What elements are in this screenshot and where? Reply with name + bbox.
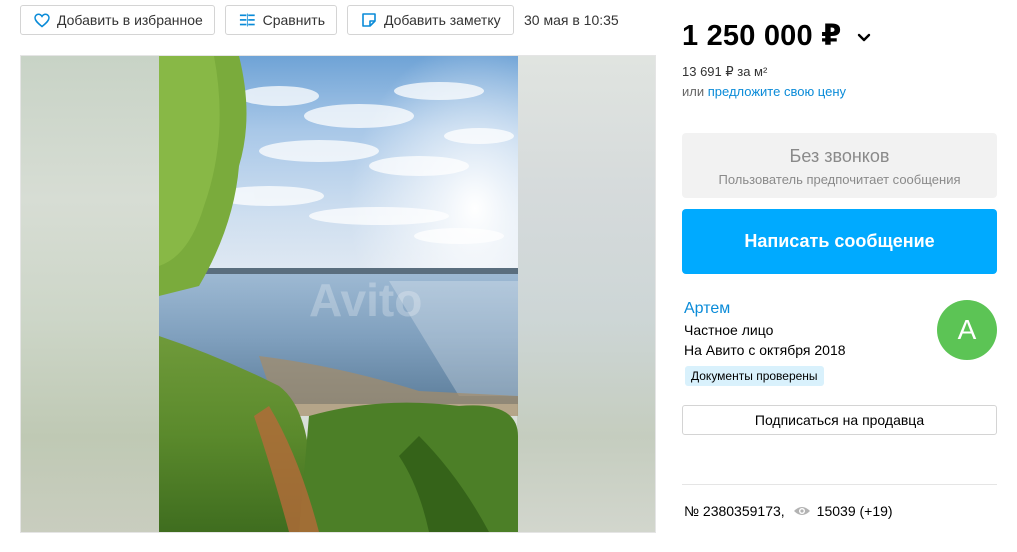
price-amount: 1 250 000 ₽: [682, 20, 842, 52]
main-photo[interactable]: Avito: [159, 56, 518, 532]
gallery-blur-left: [21, 56, 159, 532]
price-per-sqm: 13 691 ₽ за м²: [682, 64, 768, 79]
no-calls-subtitle: Пользователь предпочитает сообщения: [718, 172, 961, 187]
no-calls-title: Без звонков: [789, 146, 890, 166]
no-calls-box: Без звонков Пользователь предпочитает со…: [682, 133, 997, 198]
gallery-blur-right: [517, 56, 655, 532]
publish-date: 30 мая в 10:35: [524, 12, 619, 28]
listing-meta: № 2380359173, 15039 (+19): [684, 503, 893, 519]
divider: [682, 484, 997, 485]
compare-label: Сравнить: [262, 12, 325, 28]
add-to-favorites-label: Добавить в избранное: [57, 12, 203, 28]
photo-gallery[interactable]: Avito: [20, 55, 656, 533]
seller-avatar[interactable]: А: [937, 300, 997, 360]
avito-watermark: Avito: [309, 274, 422, 326]
seller-name-link[interactable]: Артем: [684, 300, 730, 318]
add-note-label: Добавить заметку: [384, 12, 501, 28]
listing-number: № 2380359173,: [684, 503, 785, 519]
compare-button[interactable]: Сравнить: [225, 5, 337, 35]
seller-since: На Авито с октября 2018: [684, 342, 846, 358]
listing-toolbar: Добавить в избранное Сравнить Добавить з…: [20, 5, 619, 35]
subscribe-seller-button[interactable]: Подписаться на продавца: [682, 405, 997, 435]
write-message-button[interactable]: Написать сообщение: [682, 209, 997, 274]
price-block: 1 250 000 ₽: [682, 18, 871, 53]
add-note-button[interactable]: Добавить заметку: [347, 5, 514, 35]
seller-type: Частное лицо: [684, 322, 774, 338]
offer-price-link[interactable]: предложите свою цену: [708, 84, 846, 99]
chevron-down-icon[interactable]: [857, 33, 871, 42]
note-icon: [362, 13, 376, 27]
heart-icon: [34, 13, 50, 27]
offer-price-line: или предложите свою цену: [682, 84, 846, 99]
compare-icon: [239, 13, 255, 27]
eye-icon: [793, 507, 810, 515]
documents-verified-badge: Документы проверены: [685, 366, 824, 386]
views-count: 15039 (+19): [816, 503, 893, 519]
offer-prefix: или: [682, 84, 708, 99]
add-to-favorites-button[interactable]: Добавить в избранное: [20, 5, 215, 35]
